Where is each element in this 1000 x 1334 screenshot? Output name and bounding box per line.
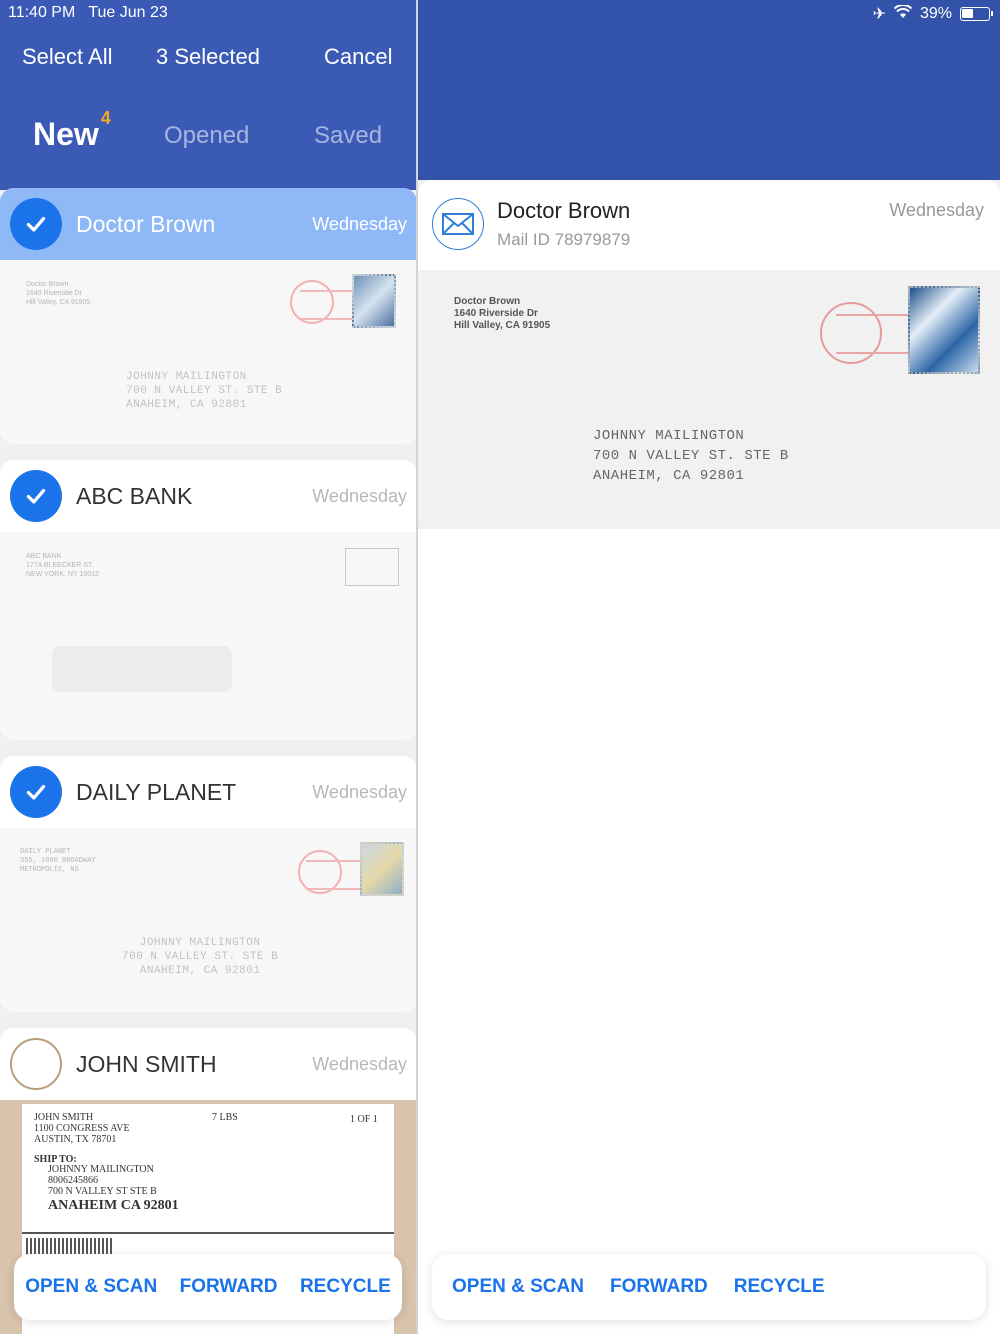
stamp-icon bbox=[360, 842, 404, 896]
mail-date: Wednesday bbox=[312, 1053, 407, 1074]
detail-action-bar: OPEN & SCAN FORWARD RECYCLE bbox=[432, 1254, 986, 1320]
cancel-button[interactable]: Cancel bbox=[324, 44, 392, 70]
check-icon[interactable] bbox=[10, 766, 62, 818]
stamp-icon bbox=[908, 286, 980, 374]
wifi-icon bbox=[893, 3, 913, 24]
check-icon[interactable] bbox=[10, 470, 62, 522]
mail-item-header[interactable]: DAILY PLANET Wednesday bbox=[0, 756, 417, 828]
detail-envelope-image[interactable]: Doctor Brown 1640 Riverside Dr Hill Valley… bbox=[418, 270, 1000, 529]
envelope-window bbox=[52, 646, 232, 692]
status-bar-left: 11:40 PM Tue Jun 23 bbox=[8, 4, 168, 22]
detail-panel-background bbox=[418, 529, 1000, 1334]
tab-saved[interactable]: Saved bbox=[314, 122, 382, 150]
return-address: Doctor Brown 1640 Riverside Dr Hill Valley… bbox=[26, 281, 91, 306]
envelope-preview: ABC BANK 177A BLEECKER ST. NEW YORK, NY 10… bbox=[0, 532, 417, 740]
mail-date: Wednesday bbox=[312, 213, 407, 234]
envelope-icon bbox=[432, 198, 484, 250]
check-icon[interactable] bbox=[10, 198, 62, 250]
mail-date: Wednesday bbox=[312, 781, 407, 802]
mail-item-daily-planet[interactable]: DAILY PLANET Wednesday DAILY PLANET 355, … bbox=[0, 756, 417, 1012]
mail-sender: JOHN SMITH bbox=[76, 1050, 217, 1077]
detail-sender: Doctor Brown bbox=[497, 198, 631, 223]
forward-button[interactable]: FORWARD bbox=[180, 1276, 278, 1298]
return-address: DAILY PLANET 355, 1000 BROADWAY METROPOLIS… bbox=[20, 848, 96, 874]
envelope-preview: DAILY PLANET 355, 1000 BROADWAY METROPOLIS… bbox=[0, 828, 417, 1012]
return-address: ABC BANK 177A BLEECKER ST. NEW YORK, NY 10… bbox=[26, 553, 99, 578]
mail-tabs: New 4 Opened Saved bbox=[0, 108, 417, 162]
cancellation-lines bbox=[300, 290, 360, 320]
mail-sender: DAILY PLANET bbox=[76, 778, 237, 805]
checkbox-empty-icon[interactable] bbox=[10, 1038, 62, 1090]
ship-to-address: JOHNNY MAILINGTON 8006245866 700 N VALLEY … bbox=[48, 1164, 157, 1197]
mail-item-header[interactable]: JOHN SMITH Wednesday bbox=[0, 1028, 417, 1100]
battery-percent: 39% bbox=[919, 5, 952, 22]
status-time: 11:40 PM bbox=[8, 4, 76, 21]
mail-detail-card: Doctor Brown Mail ID 78979879 Wednesday … bbox=[418, 180, 1000, 529]
airplane-icon: ✈ bbox=[872, 6, 886, 23]
envelope-preview: Doctor Brown 1640 Riverside Dr Hill Valley… bbox=[0, 260, 417, 444]
recipient-address: JOHNNY MAILINGTON 700 N VALLEY ST. STE B… bbox=[122, 937, 279, 977]
status-date: Tue Jun 23 bbox=[88, 4, 168, 21]
list-action-bar: OPEN & SCAN FORWARD RECYCLE bbox=[14, 1254, 402, 1320]
recycle-button[interactable]: RECYCLE bbox=[734, 1276, 825, 1298]
label-page-count: 1 OF 1 bbox=[350, 1114, 378, 1125]
mail-item-abc-bank[interactable]: ABC BANK Wednesday ABC BANK 177A BLEECKER… bbox=[0, 460, 417, 740]
mail-item-header[interactable]: ABC BANK Wednesday bbox=[0, 460, 417, 532]
label-divider bbox=[22, 1232, 394, 1234]
open-scan-button[interactable]: OPEN & SCAN bbox=[452, 1276, 584, 1298]
select-all-button[interactable]: Select All bbox=[22, 44, 113, 70]
tab-new[interactable]: New 4 bbox=[33, 108, 111, 153]
detail-return-address: Doctor Brown 1640 Riverside Dr Hill Valley… bbox=[454, 296, 551, 331]
cancellation-lines bbox=[306, 860, 366, 890]
detail-mail-id: Mail ID 78979879 bbox=[497, 230, 631, 249]
recycle-button[interactable]: RECYCLE bbox=[300, 1276, 391, 1298]
ship-to-city: ANAHEIM CA 92801 bbox=[48, 1198, 179, 1213]
label-from-address: JOHN SMITH 1100 CONGRESS AVE AUSTIN, TX 78… bbox=[34, 1112, 130, 1145]
status-bar-right: ✈ 39% bbox=[872, 3, 993, 24]
label-weight: 7 LBS bbox=[212, 1112, 238, 1123]
open-scan-button[interactable]: OPEN & SCAN bbox=[25, 1276, 157, 1298]
mail-sender: Doctor Brown bbox=[76, 210, 216, 237]
detail-recipient-address: JOHNNY MAILINGTON 700 N VALLEY ST. STE B… bbox=[593, 428, 789, 484]
detail-header: Doctor Brown Mail ID 78979879 Wednesday bbox=[418, 180, 1000, 270]
detail-date: Wednesday bbox=[889, 200, 984, 220]
battery-icon bbox=[960, 7, 993, 21]
tab-new-badge: 4 bbox=[100, 108, 111, 128]
mail-sender: ABC BANK bbox=[76, 482, 193, 509]
postage-paid-indicia bbox=[345, 548, 399, 586]
tab-opened[interactable]: Opened bbox=[164, 122, 249, 150]
tab-new-label: New bbox=[33, 116, 99, 152]
selected-count: 3 Selected bbox=[156, 44, 260, 69]
recipient-address: JOHNNY MAILINGTON 700 N VALLEY ST. STE B… bbox=[126, 371, 283, 411]
mail-item-header[interactable]: Doctor Brown Wednesday bbox=[0, 188, 417, 260]
mail-date: Wednesday bbox=[312, 485, 407, 506]
stamp-icon bbox=[352, 274, 396, 328]
mail-item-doctor-brown[interactable]: Doctor Brown Wednesday Doctor Brown 1640 … bbox=[0, 188, 417, 444]
forward-button[interactable]: FORWARD bbox=[610, 1276, 708, 1298]
